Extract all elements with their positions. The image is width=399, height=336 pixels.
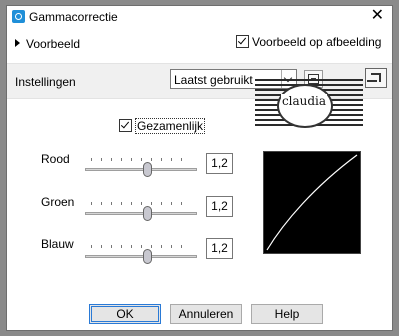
blue-slider[interactable] bbox=[85, 245, 197, 264]
green-label: Groen bbox=[41, 195, 75, 209]
watermark-text: claudia bbox=[281, 94, 327, 108]
slider-track[interactable] bbox=[85, 168, 197, 171]
gamma-curve-svg bbox=[266, 154, 358, 251]
slider-thumb[interactable] bbox=[142, 249, 152, 264]
slider-track[interactable] bbox=[85, 212, 197, 215]
screenshot-frame: Gammacorrectie ✕ Voorbeeld Voorbeeld op … bbox=[0, 0, 399, 336]
slider-thumb[interactable] bbox=[142, 162, 152, 177]
preview-label: Voorbeeld bbox=[26, 37, 81, 51]
slider-track[interactable] bbox=[85, 255, 197, 258]
slider-ticks bbox=[91, 158, 191, 161]
preview-expander[interactable]: Voorbeeld bbox=[15, 37, 80, 51]
blue-label: Blauw bbox=[41, 237, 74, 251]
green-slider[interactable] bbox=[85, 202, 197, 221]
ok-button[interactable]: OK bbox=[89, 304, 161, 324]
title-bar: Gammacorrectie ✕ bbox=[7, 6, 392, 28]
help-button[interactable]: Help bbox=[251, 304, 323, 324]
app-icon bbox=[12, 10, 25, 23]
blue-value-field[interactable]: 1,2 bbox=[206, 238, 233, 259]
image-preview-label: Voorbeeld op afbeelding bbox=[252, 35, 382, 49]
slider-ticks bbox=[91, 202, 191, 205]
preset-value: Laatst gebruikt bbox=[174, 73, 253, 87]
linked-label: Gezamenlijk bbox=[135, 118, 206, 134]
window-title: Gammacorrectie bbox=[29, 10, 118, 24]
reset-button[interactable] bbox=[365, 68, 387, 88]
reset-icon bbox=[367, 73, 381, 82]
close-icon[interactable]: ✕ bbox=[371, 8, 384, 24]
gamma-curve-preview bbox=[263, 151, 361, 254]
red-label: Rood bbox=[41, 152, 70, 166]
red-slider[interactable] bbox=[85, 158, 197, 177]
green-value-field[interactable]: 1,2 bbox=[206, 196, 233, 217]
checkbox-box[interactable] bbox=[119, 119, 132, 132]
checkbox-box[interactable] bbox=[236, 35, 249, 48]
gamma-curve-line bbox=[266, 154, 358, 251]
triangle-right-icon bbox=[15, 39, 20, 47]
linked-checkbox[interactable]: Gezamenlijk bbox=[119, 118, 206, 134]
dialog-window: Gammacorrectie ✕ Voorbeeld Voorbeeld op … bbox=[6, 5, 393, 331]
slider-ticks bbox=[91, 245, 191, 248]
claudia-watermark: claudia bbox=[255, 79, 363, 129]
image-preview-checkbox[interactable]: Voorbeeld op afbeelding bbox=[236, 35, 381, 49]
slider-thumb[interactable] bbox=[142, 206, 152, 221]
settings-label: Instellingen bbox=[15, 75, 76, 89]
cancel-button[interactable]: Annuleren bbox=[170, 304, 242, 324]
red-value-field[interactable]: 1,2 bbox=[206, 153, 233, 174]
